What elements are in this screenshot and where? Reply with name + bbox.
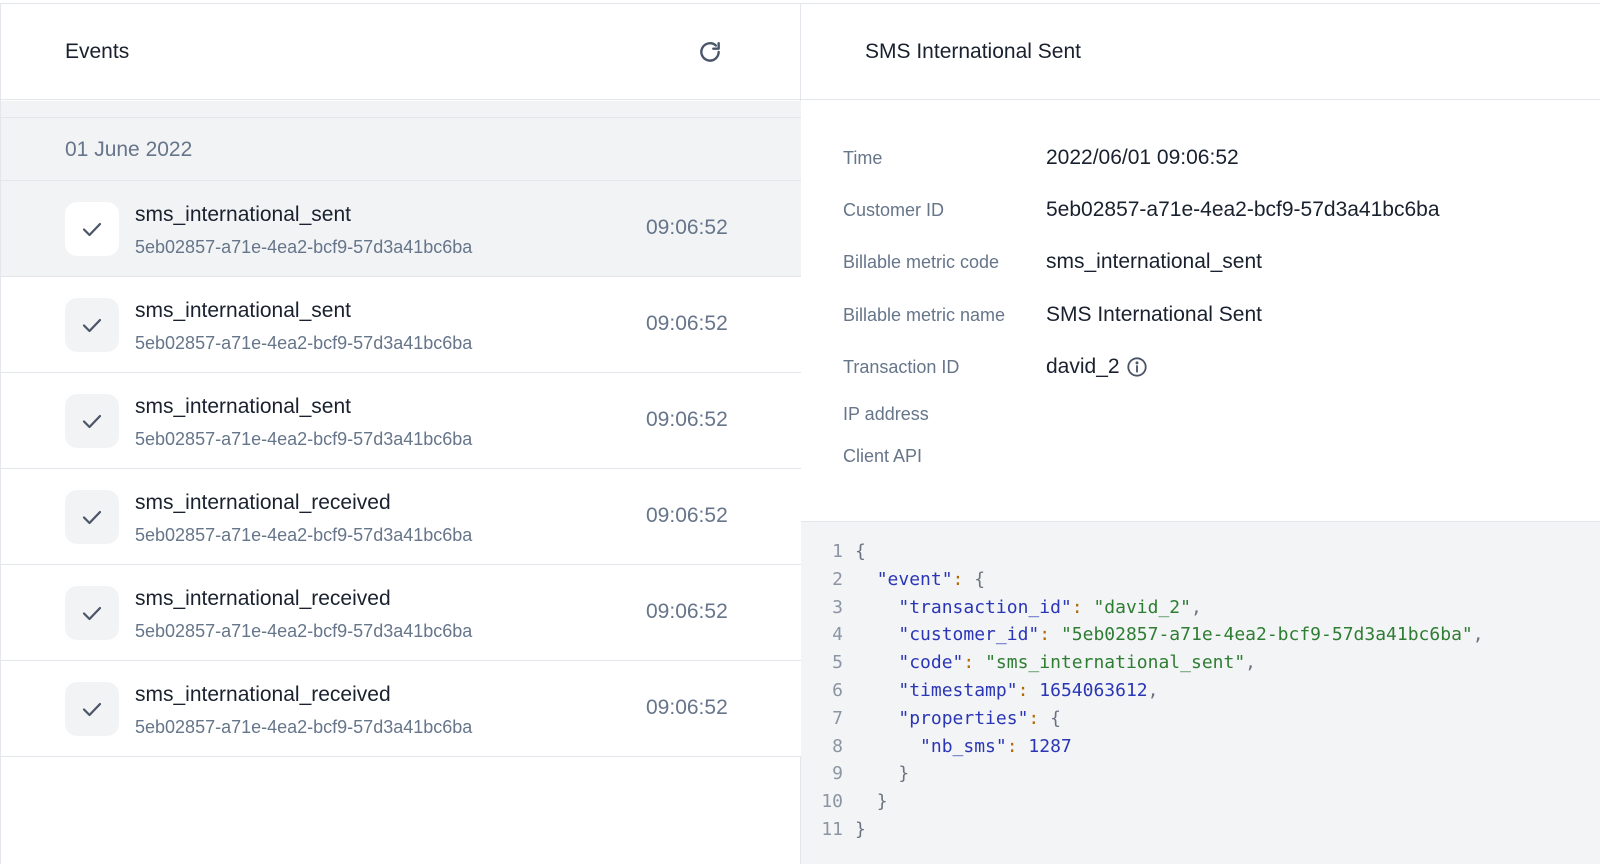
- metric-name-label: Billable metric name: [843, 305, 1006, 325]
- code-line: 8 "nb_sms": 1287: [801, 733, 1600, 761]
- json-key: "customer_id": [898, 624, 1040, 646]
- transaction-id-label: Transaction ID: [843, 357, 960, 377]
- events-header: Events: [1, 4, 801, 100]
- event-time: 09:06:52: [646, 600, 728, 623]
- customer-id-value: 5eb02857-a71e-4ea2-bcf9-57d3a41bc6ba: [1046, 198, 1440, 221]
- check-icon: [82, 510, 102, 525]
- line-number: 1: [832, 541, 843, 562]
- code-line: 10 }: [801, 788, 1600, 816]
- json-key: "code": [898, 652, 964, 674]
- code-line: 2 "event": {: [801, 566, 1600, 594]
- code-line: 6 "timestamp": 1654063612,: [801, 677, 1600, 705]
- events-title: Events: [65, 40, 130, 63]
- line-number: 5: [832, 652, 843, 674]
- code-line: 9 }: [801, 760, 1600, 788]
- event-name: sms_international_sent: [135, 203, 351, 226]
- check-badge: [65, 202, 119, 256]
- check-icon: [82, 702, 102, 717]
- json-number: 1654063612: [1039, 679, 1148, 701]
- line-number: 2: [832, 568, 843, 590]
- event-name: sms_international_received: [135, 587, 391, 610]
- line-number: 3: [832, 596, 843, 618]
- check-icon: [82, 414, 102, 429]
- check-badge: [65, 682, 119, 736]
- code-line: 7 "properties": {: [801, 705, 1600, 733]
- check-badge: [65, 586, 119, 640]
- event-row[interactable]: sms_international_sent 5eb02857-a71e-4ea…: [1, 181, 801, 277]
- metric-code-value: sms_international_sent: [1046, 250, 1262, 273]
- code-line: 5 "code": "sms_international_sent",: [801, 649, 1600, 677]
- line-number: 11: [821, 818, 843, 840]
- event-customer-id: 5eb02857-a71e-4ea2-bcf9-57d3a41bc6ba: [135, 525, 473, 545]
- event-name: sms_international_received: [135, 683, 391, 706]
- line-number: 8: [832, 735, 843, 757]
- check-icon: [82, 606, 102, 621]
- client-api-label: Client API: [843, 446, 923, 466]
- ip-address-label: IP address: [843, 404, 929, 424]
- check-badge: [65, 490, 119, 544]
- refresh-icon: [700, 42, 720, 62]
- event-name: sms_international_sent: [135, 299, 351, 322]
- json-key: "nb_sms": [920, 735, 1007, 757]
- json-string: "5eb02857-a71e-4ea2-bcf9-57d3a41bc6ba": [1060, 624, 1473, 646]
- json-string: "sms_international_sent": [985, 652, 1246, 674]
- check-icon: [82, 222, 102, 237]
- code-line: 1{: [801, 538, 1600, 566]
- line-number: 9: [832, 763, 843, 785]
- time-label: Time: [843, 148, 883, 168]
- date-group-label: 01 June 2022: [65, 138, 193, 161]
- event-customer-id: 5eb02857-a71e-4ea2-bcf9-57d3a41bc6ba: [135, 237, 473, 257]
- json-key: "timestamp": [898, 679, 1018, 701]
- event-name: sms_international_sent: [135, 395, 351, 418]
- event-detail-panel: SMS International Sent Time 2022/06/01 0…: [801, 4, 1600, 864]
- json-number: 1287: [1028, 735, 1072, 757]
- events-panel: Events 01 June 2022 sms_international_se…: [0, 4, 801, 864]
- code-line: 3 "transaction_id": "david_2",: [801, 594, 1600, 622]
- json-string: "david_2": [1093, 596, 1191, 618]
- event-time: 09:06:52: [646, 504, 728, 527]
- check-icon: [82, 318, 102, 333]
- time-value: 2022/06/01 09:06:52: [1046, 146, 1239, 169]
- check-badge: [65, 394, 119, 448]
- event-name: sms_international_received: [135, 491, 391, 514]
- event-customer-id: 5eb02857-a71e-4ea2-bcf9-57d3a41bc6ba: [135, 717, 473, 737]
- event-time: 09:06:52: [646, 696, 728, 719]
- event-row[interactable]: sms_international_sent 5eb02857-a71e-4ea…: [1, 373, 801, 469]
- event-customer-id: 5eb02857-a71e-4ea2-bcf9-57d3a41bc6ba: [135, 621, 473, 641]
- customer-id-label: Customer ID: [843, 200, 945, 220]
- event-customer-id: 5eb02857-a71e-4ea2-bcf9-57d3a41bc6ba: [135, 333, 473, 353]
- json-key: "properties": [898, 707, 1029, 729]
- transaction-id-field: david_2: [1046, 355, 1148, 379]
- line-number: 6: [832, 679, 843, 701]
- event-row[interactable]: sms_international_received 5eb02857-a71e…: [1, 469, 801, 565]
- event-row[interactable]: sms_international_received 5eb02857-a71e…: [1, 661, 801, 757]
- list-spacer: [1, 101, 801, 118]
- code-line: 4 "customer_id": "5eb02857-a71e-4ea2-bcf…: [801, 621, 1600, 649]
- line-number: 4: [832, 624, 843, 646]
- metric-name-value: SMS International Sent: [1046, 303, 1262, 326]
- json-key: "transaction_id": [898, 596, 1072, 618]
- line-number: 7: [832, 707, 843, 729]
- event-row[interactable]: sms_international_received 5eb02857-a71e…: [1, 565, 801, 661]
- date-group-header: 01 June 2022: [1, 118, 801, 181]
- refresh-button[interactable]: [695, 38, 725, 68]
- code-line: 11}: [801, 816, 1600, 844]
- json-key: "event": [876, 568, 953, 590]
- event-list: sms_international_sent 5eb02857-a71e-4ea…: [1, 181, 801, 757]
- detail-header: SMS International Sent: [801, 4, 1600, 100]
- json-payload-viewer[interactable]: 1{ 2 "event": { 3 "transaction_id": "dav…: [801, 521, 1600, 864]
- event-time: 09:06:52: [646, 312, 728, 335]
- check-badge: [65, 298, 119, 352]
- transaction-id-value: david_2: [1046, 355, 1120, 378]
- event-time: 09:06:52: [646, 216, 728, 239]
- event-customer-id: 5eb02857-a71e-4ea2-bcf9-57d3a41bc6ba: [135, 429, 473, 449]
- line-number: 10: [821, 791, 843, 813]
- detail-title: SMS International Sent: [865, 40, 1081, 63]
- metric-code-label: Billable metric code: [843, 252, 1000, 272]
- event-row[interactable]: sms_international_sent 5eb02857-a71e-4ea…: [1, 277, 801, 373]
- info-icon[interactable]: [1126, 356, 1148, 378]
- event-time: 09:06:52: [646, 408, 728, 431]
